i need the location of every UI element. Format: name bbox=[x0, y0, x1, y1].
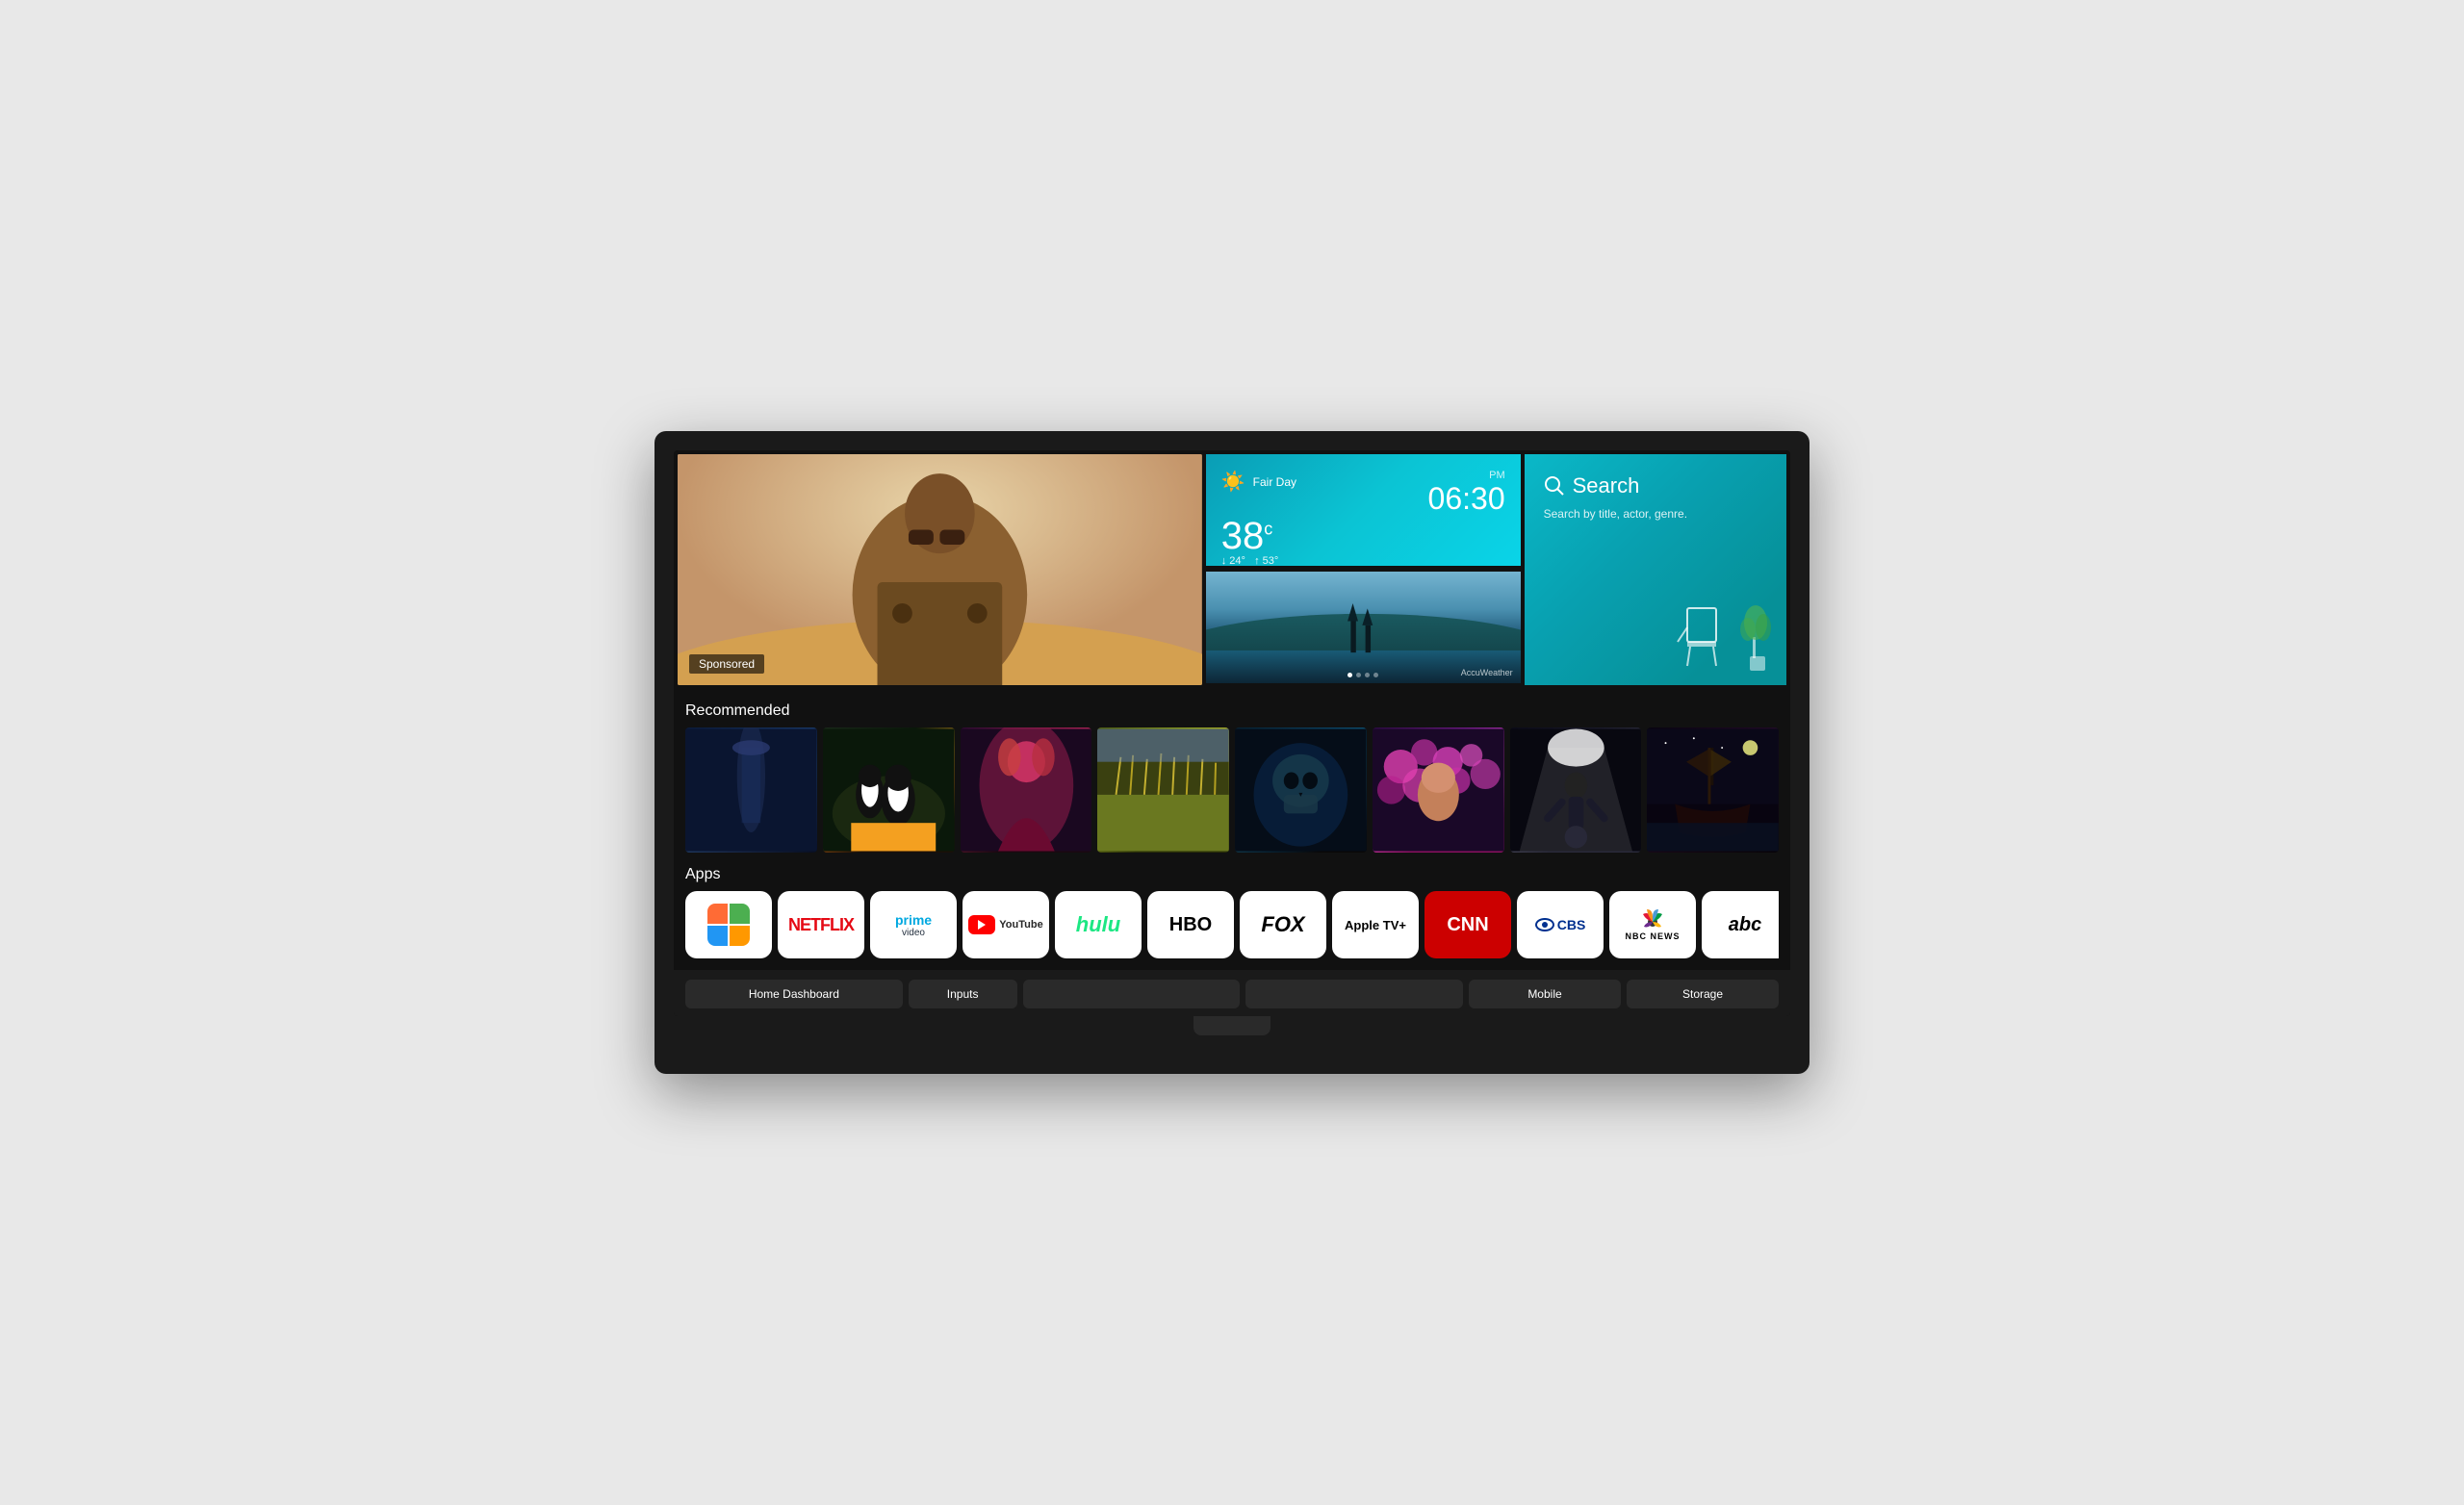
search-icon bbox=[1544, 475, 1565, 497]
youtube-play-bg bbox=[968, 915, 995, 934]
app-prime-video[interactable]: prime video bbox=[870, 891, 957, 958]
sponsored-badge: Sponsored bbox=[689, 654, 764, 674]
prime-text: prime bbox=[895, 912, 932, 928]
youtube-play-icon bbox=[978, 920, 986, 930]
search-subtitle: Search by title, actor, genre. bbox=[1544, 506, 1767, 523]
weather-range: ↓ 24° ↑ 53° bbox=[1221, 555, 1505, 567]
search-icon-row: Search bbox=[1544, 473, 1767, 498]
thumbnails-row bbox=[685, 727, 1779, 853]
cbs-logo: CBS bbox=[1535, 917, 1586, 932]
accuweather-badge: AccuWeather bbox=[1461, 668, 1513, 677]
youtube-text: YouTube bbox=[999, 919, 1042, 931]
thumbnail-8[interactable] bbox=[1647, 727, 1779, 853]
prime-logo: prime video bbox=[895, 912, 932, 938]
ch-logo bbox=[707, 904, 750, 946]
time-period: PM bbox=[1428, 470, 1505, 481]
tv-screen: Sponsored ☀️ Fair Day PM 06:30 bbox=[674, 450, 1790, 1016]
apple-tv-logo: Apple TV+ bbox=[1345, 918, 1406, 932]
app-apple-tv[interactable]: Apple TV+ bbox=[1332, 891, 1419, 958]
netflix-logo: NETFLIX bbox=[788, 915, 854, 935]
search-title: Search bbox=[1573, 473, 1640, 498]
hbo-logo: HBO bbox=[1169, 914, 1212, 936]
nav-mobile[interactable]: Mobile bbox=[1469, 980, 1621, 1008]
nbc-peacock-icon bbox=[1638, 908, 1667, 930]
abc-logo: abc bbox=[1729, 914, 1761, 936]
app-youtube[interactable]: YouTube bbox=[962, 891, 1049, 958]
slider-dots bbox=[1348, 673, 1378, 677]
recommended-label: Recommended bbox=[685, 689, 1779, 727]
dot-4 bbox=[1373, 673, 1378, 677]
nav-item-3[interactable] bbox=[1023, 980, 1241, 1008]
dot-2 bbox=[1356, 673, 1361, 677]
app-cnn[interactable]: CNN bbox=[1424, 891, 1511, 958]
app-fox[interactable]: FOX bbox=[1240, 891, 1326, 958]
sponsored-tile[interactable]: Sponsored bbox=[678, 454, 1202, 685]
weather-temperature: 38c bbox=[1221, 517, 1505, 555]
ch-q2 bbox=[730, 904, 750, 924]
app-netflix[interactable]: NETFLIX bbox=[778, 891, 864, 958]
thumbnail-7[interactable] bbox=[1510, 727, 1642, 853]
thumbnail-4[interactable] bbox=[1097, 727, 1229, 853]
app-nbc[interactable]: NBC NEWS bbox=[1609, 891, 1696, 958]
tv-frame: Sponsored ☀️ Fair Day PM 06:30 bbox=[654, 431, 1810, 1074]
cnn-logo: CNN bbox=[1447, 914, 1488, 936]
apps-row: NETFLIX prime video YouTube bbox=[685, 891, 1779, 958]
nav-item-4[interactable] bbox=[1245, 980, 1463, 1008]
thumbnail-5[interactable] bbox=[1235, 727, 1367, 853]
hero-section: Sponsored ☀️ Fair Day PM 06:30 bbox=[674, 450, 1790, 689]
nav-home-dashboard[interactable]: Home Dashboard bbox=[685, 980, 903, 1008]
weather-header: ☀️ Fair Day bbox=[1221, 470, 1296, 494]
ch-q1 bbox=[707, 904, 728, 924]
sun-icon: ☀️ bbox=[1221, 470, 1245, 494]
tv-stand bbox=[1194, 1016, 1270, 1035]
thumbnail-2[interactable] bbox=[823, 727, 955, 853]
content-area: Recommended bbox=[674, 689, 1790, 970]
cbs-eye-icon bbox=[1535, 918, 1554, 931]
app-hulu[interactable]: hulu bbox=[1055, 891, 1142, 958]
nbc-text: NBC NEWS bbox=[1626, 931, 1681, 941]
hulu-logo: hulu bbox=[1076, 912, 1120, 937]
app-hbo[interactable]: HBO bbox=[1147, 891, 1234, 958]
weather-slider-section: ☀️ Fair Day PM 06:30 38c ↓ 24° bbox=[1206, 454, 1521, 685]
fox-logo: FOX bbox=[1261, 912, 1304, 937]
dot-1 bbox=[1348, 673, 1352, 677]
time-display: 06:30 bbox=[1428, 481, 1505, 517]
youtube-logo: YouTube bbox=[968, 915, 1042, 934]
thumbnail-6[interactable] bbox=[1373, 727, 1504, 853]
scenic-tile[interactable]: AccuWeather bbox=[1206, 572, 1521, 683]
plant-decoration bbox=[1738, 599, 1777, 676]
ch-q3 bbox=[707, 926, 728, 946]
weather-condition: Fair Day bbox=[1253, 475, 1296, 489]
app-abc[interactable]: abc bbox=[1702, 891, 1779, 958]
chair-decoration bbox=[1673, 599, 1731, 676]
search-tile[interactable]: Search Search by title, actor, genre. bbox=[1525, 454, 1786, 685]
ch-q4 bbox=[730, 926, 750, 946]
cbs-text: CBS bbox=[1557, 917, 1586, 932]
nav-inputs[interactable]: Inputs bbox=[909, 980, 1017, 1008]
thumbnail-3[interactable] bbox=[961, 727, 1092, 853]
dot-3 bbox=[1365, 673, 1370, 677]
app-ch[interactable] bbox=[685, 891, 772, 958]
nbc-logo: NBC NEWS bbox=[1626, 908, 1681, 941]
prime-video-text: video bbox=[902, 928, 925, 938]
search-decoration bbox=[1673, 599, 1777, 676]
thumbnail-1[interactable] bbox=[685, 727, 817, 853]
app-cbs[interactable]: CBS bbox=[1517, 891, 1604, 958]
nav-storage[interactable]: Storage bbox=[1627, 980, 1779, 1008]
apps-label: Apps bbox=[685, 853, 1779, 891]
weather-tile[interactable]: ☀️ Fair Day PM 06:30 38c ↓ 24° bbox=[1206, 454, 1521, 566]
bottom-nav: Home Dashboard Inputs Mobile Storage bbox=[674, 970, 1790, 1016]
